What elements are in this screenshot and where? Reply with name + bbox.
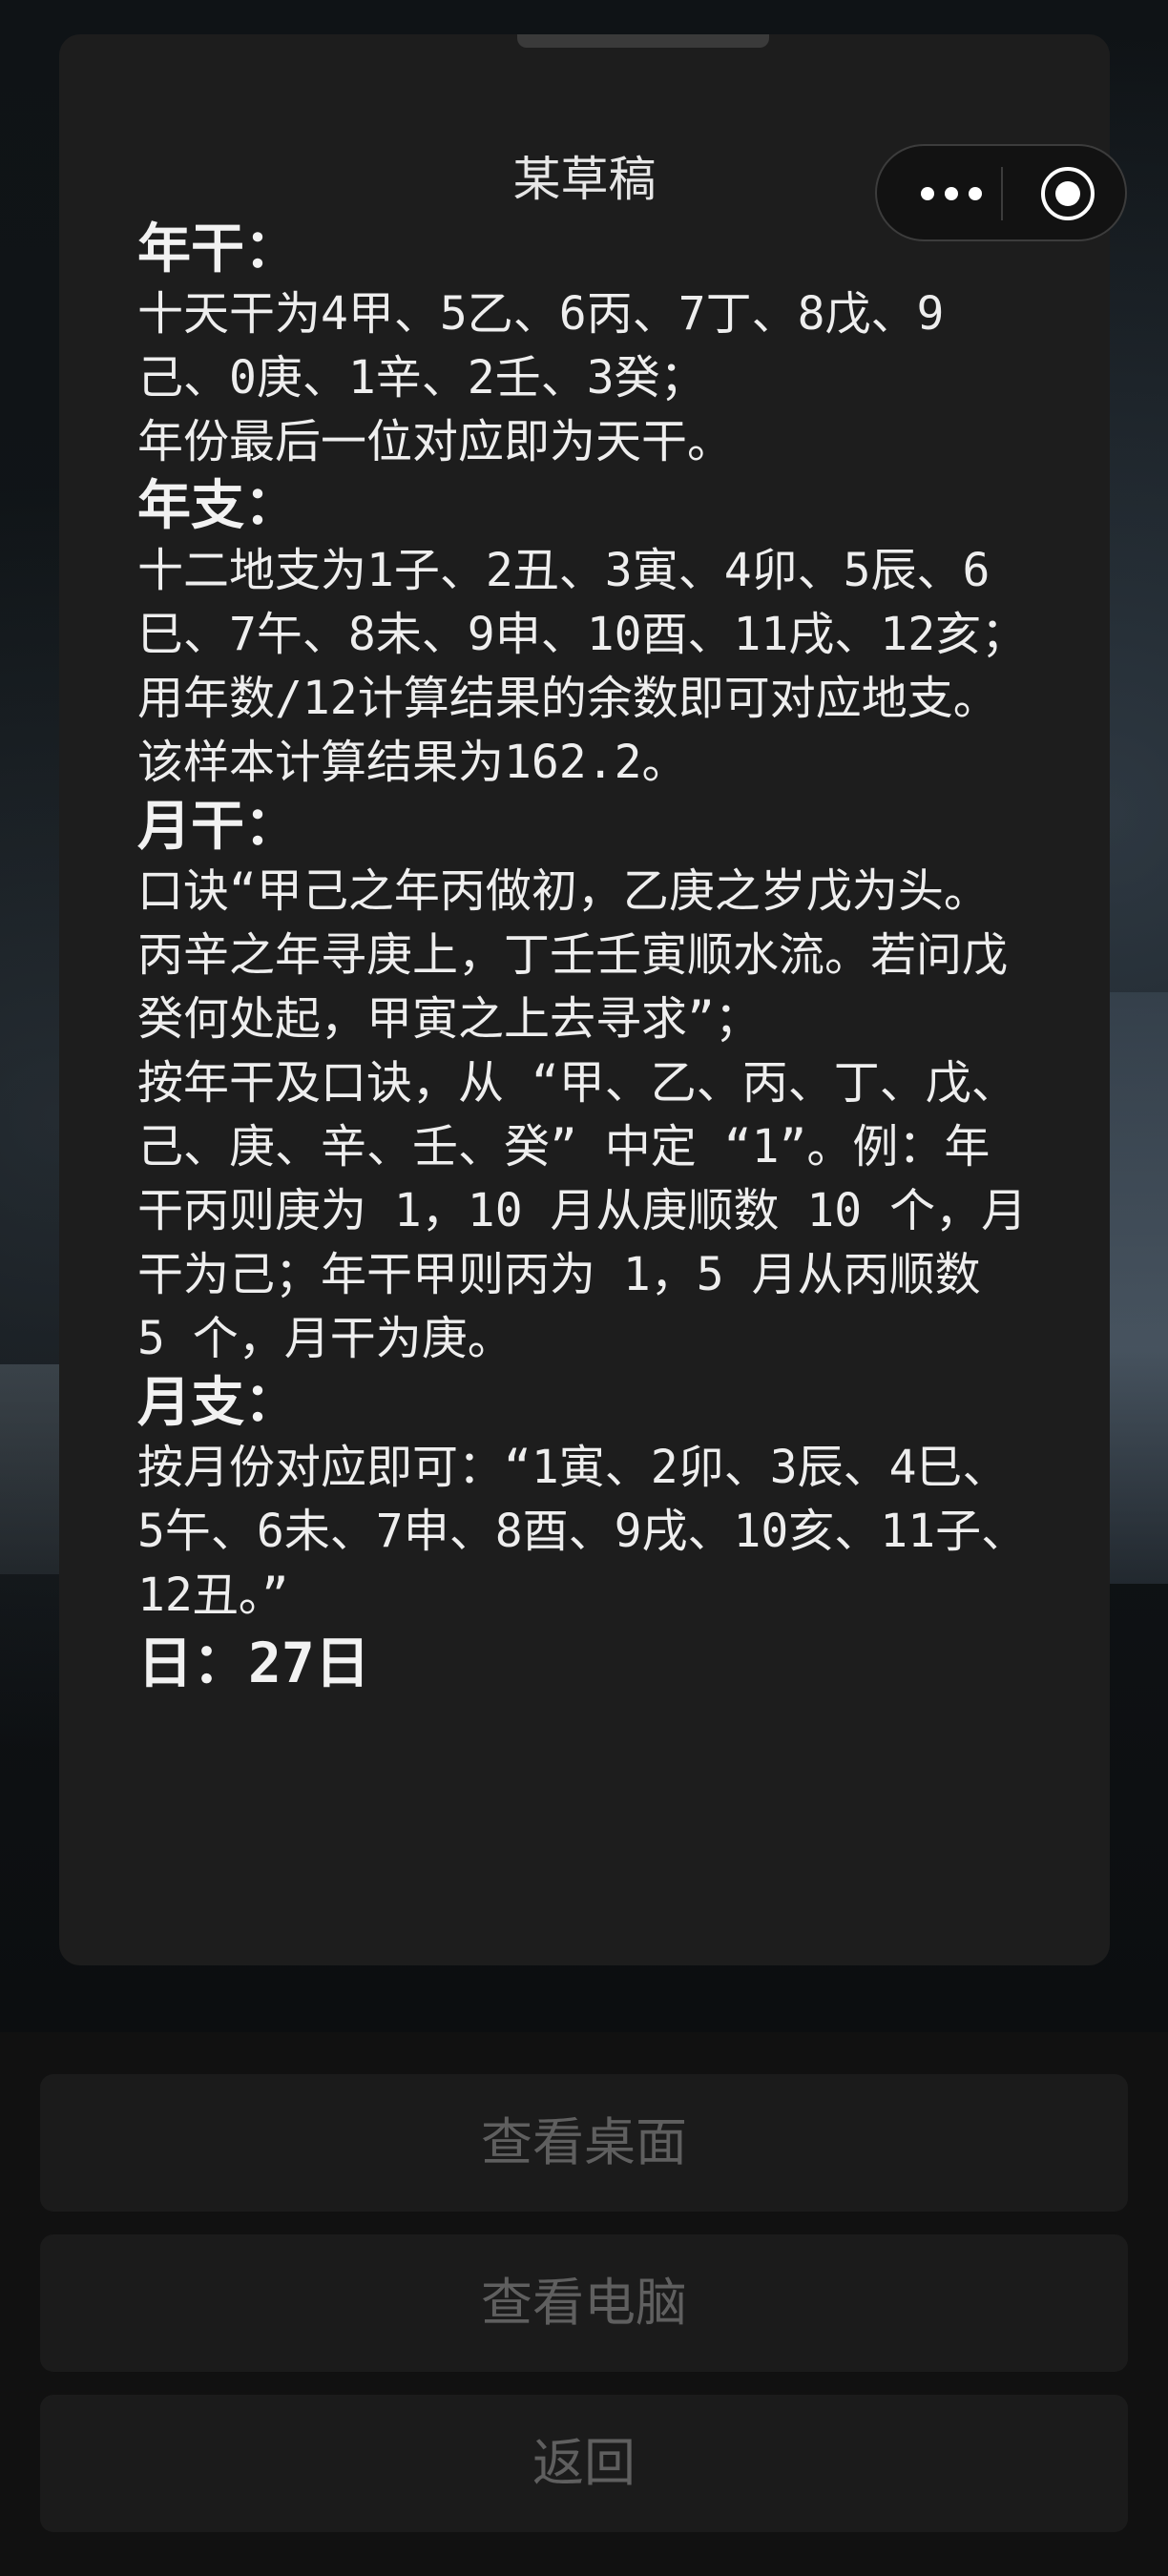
- section-month-stem: 月干： 口诀“甲己之年丙做初，乙庚之岁戊为头。丙辛之年寻庚上，丁壬壬寅顺水流。若…: [137, 795, 1034, 1371]
- target-close-icon[interactable]: [1041, 167, 1095, 220]
- section-month-branch: 月支： 按月份对应即可：“1寅、2卯、3辰、4巳、5午、6未、7申、8酉、9戌、…: [137, 1371, 1034, 1628]
- section-heading: 月干：: [137, 796, 298, 858]
- section-heading: 年干：: [137, 218, 298, 280]
- section-heading: 年支：: [137, 475, 298, 537]
- view-desktop-button[interactable]: 查看桌面: [40, 2074, 1128, 2212]
- capsule-divider: [1001, 167, 1003, 220]
- section-paragraph: 按年干及口诀，从 “甲、乙、丙、丁、戊、己、庚、辛、壬、癸” 中定 “1”。例：…: [137, 1056, 1028, 1365]
- section-paragraph: 用年数/12计算结果的余数即可对应地支。该样本计算结果为162.2。: [137, 672, 999, 789]
- section-paragraph: 十二地支为1子、2丑、3寅、4卯、5辰、6巳、7午、8未、9申、10酉、11戌、…: [137, 544, 1028, 661]
- more-dots-icon[interactable]: [915, 174, 997, 212]
- section-paragraph: 年份最后一位对应即为天干。: [137, 415, 734, 468]
- back-button[interactable]: 返回: [40, 2395, 1128, 2532]
- section-year-stem: 年干： 十天干为4甲、5乙、6丙、7丁、8戊、9己、0庚、1辛、2壬、3癸； 年…: [137, 218, 1034, 474]
- section-paragraph: 十天干为4甲、5乙、6丙、7丁、8戊、9己、0庚、1辛、2壬、3癸；: [137, 287, 945, 405]
- card-drag-handle[interactable]: [517, 34, 769, 48]
- section-year-branch: 年支： 十二地支为1子、2丑、3寅、4卯、5辰、6巳、7午、8未、9申、10酉、…: [137, 474, 1034, 795]
- view-computer-button[interactable]: 查看电脑: [40, 2234, 1128, 2372]
- section-paragraph: 按月份对应即可：“1寅、2卯、3辰、4巳、5午、6未、7申、8酉、9戌、10亥、…: [137, 1441, 1028, 1622]
- section-heading: 月支：: [137, 1372, 298, 1434]
- day-line: 日：27日: [137, 1631, 370, 1695]
- section-paragraph: 口诀“甲己之年丙做初，乙庚之岁戊为头。丙辛之年寻庚上，丁壬壬寅顺水流。若问戊癸何…: [137, 864, 1009, 1046]
- draft-content: 年干： 十天干为4甲、5乙、6丙、7丁、8戊、9己、0庚、1辛、2壬、3癸； 年…: [137, 218, 1034, 1698]
